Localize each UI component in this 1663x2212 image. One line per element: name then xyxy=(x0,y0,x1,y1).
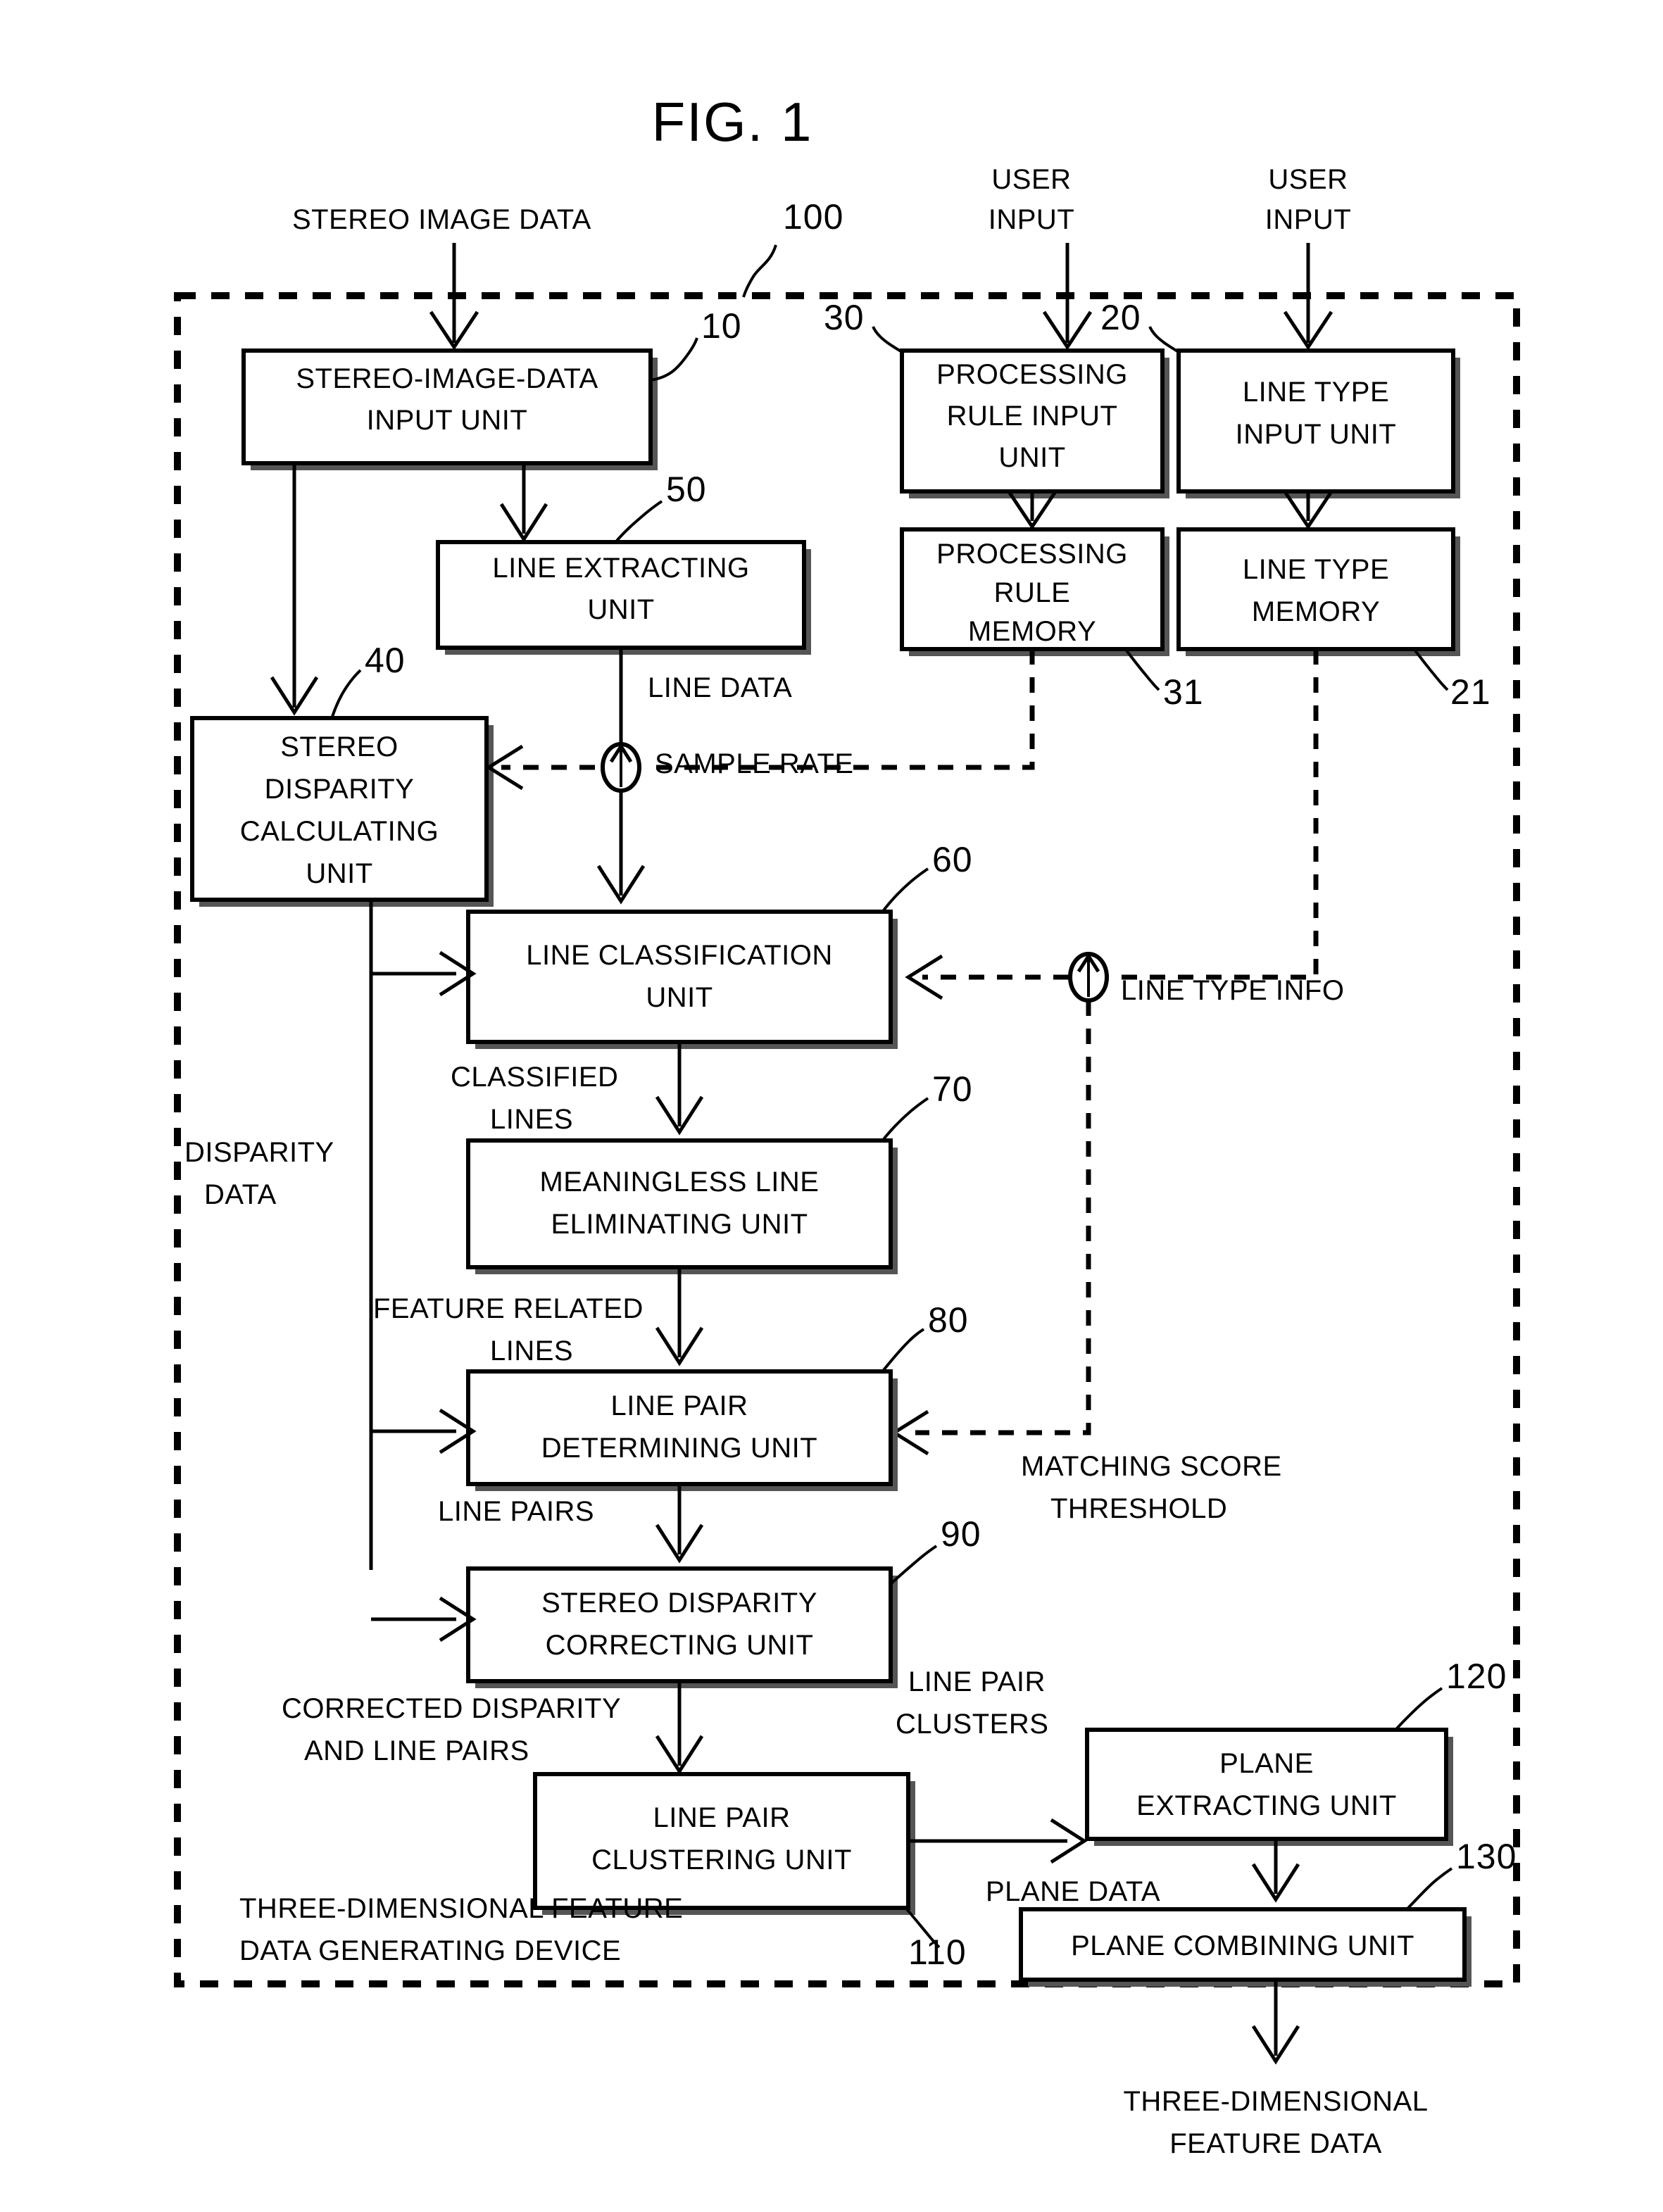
flow-label-corrected-disparity-line2: AND LINE PAIRS xyxy=(304,1735,529,1766)
device-label-line2: DATA GENERATING DEVICE xyxy=(239,1935,621,1966)
box-label-80-line2: DETERMINING UNIT xyxy=(541,1433,817,1464)
ref-number-70: 70 xyxy=(932,1069,973,1109)
box-label-70-line2: ELIMINATING UNIT xyxy=(551,1209,808,1240)
flow-label-sample-rate: SAMPLE RATE xyxy=(655,748,854,779)
box-label-40-line2: DISPARITY xyxy=(265,774,415,805)
ref-number-21: 21 xyxy=(1450,672,1491,712)
flow-label-classified-lines-line2: LINES xyxy=(490,1104,573,1135)
ref-number-50: 50 xyxy=(666,470,707,509)
figure-canvas: FIG. 1 100 STEREO IMAGE DATA USER INPUT … xyxy=(174,91,1520,2159)
ref-number-40: 40 xyxy=(365,641,406,680)
ref-leader-40 xyxy=(331,669,362,717)
ref-leader-80 xyxy=(882,1328,925,1371)
ref-number-80: 80 xyxy=(928,1300,969,1340)
flow-label-line-pair-clusters-line1: LINE PAIR xyxy=(908,1666,1046,1697)
box-label-31-line3: MEMORY xyxy=(968,616,1096,647)
flow-label-corrected-disparity-line1: CORRECTED DISPARITY xyxy=(282,1693,621,1724)
flow-label-line-pairs: LINE PAIRS xyxy=(438,1496,594,1527)
flow-label-matching-score-line1: MATCHING SCORE xyxy=(1021,1451,1282,1482)
ref-leader-120 xyxy=(1395,1687,1443,1730)
flow-label-disparity-data-line2: DATA xyxy=(204,1179,277,1210)
box-label-110-line1: LINE PAIR xyxy=(653,1802,791,1833)
ref-leader-21 xyxy=(1414,649,1449,691)
box-label-40-line4: UNIT xyxy=(306,858,372,889)
box-label-10-line1: STEREO-IMAGE-DATA xyxy=(296,363,598,394)
external-input-label-user-input-2-line1: USER xyxy=(1268,164,1348,195)
box-label-30-line1: PROCESSING xyxy=(936,359,1128,390)
box-label-20-line2: INPUT UNIT xyxy=(1236,419,1397,450)
ref-number-31: 31 xyxy=(1163,672,1204,712)
box-label-31-line2: RULE xyxy=(994,577,1071,608)
flow-label-feature-related-line1: FEATURE RELATED xyxy=(373,1293,644,1324)
box-label-50-line1: LINE EXTRACTING xyxy=(492,553,749,584)
external-input-label-user-input-2-line2: INPUT xyxy=(1265,204,1352,235)
ref-leader-100 xyxy=(742,244,777,298)
box-label-120-line1: PLANE xyxy=(1219,1748,1314,1779)
box-label-30-line2: RULE INPUT xyxy=(947,401,1118,432)
ref-leader-70 xyxy=(882,1097,929,1140)
box-line-type-memory[interactable] xyxy=(1176,527,1455,651)
external-input-label-stereo-image-data: STEREO IMAGE DATA xyxy=(292,204,591,235)
external-input-label-user-input-1-line1: USER xyxy=(991,164,1071,195)
ref-number-120: 120 xyxy=(1446,1657,1507,1696)
box-label-60-line2: UNIT xyxy=(646,982,713,1013)
flow-label-classified-lines-line1: CLASSIFIED xyxy=(451,1062,618,1093)
ref-number-30: 30 xyxy=(824,298,865,337)
ref-leader-30 xyxy=(872,326,903,353)
figure-title: FIG. 1 xyxy=(652,91,813,153)
external-input-label-user-input-1-line2: INPUT xyxy=(989,204,1075,235)
device-label-line1: THREE-DIMENSIONAL FEATURE xyxy=(239,1893,683,1924)
dashed-matching-score-path xyxy=(915,1000,1091,1435)
box-line-classification-unit[interactable] xyxy=(466,910,893,1044)
flow-label-plane-data: PLANE DATA xyxy=(986,1876,1160,1907)
box-label-90-line1: STEREO DISPARITY xyxy=(541,1588,817,1619)
box-label-60-line1: LINE CLASSIFICATION xyxy=(526,940,833,971)
box-label-50-line2: UNIT xyxy=(587,594,654,625)
flow-label-matching-score-line2: THRESHOLD xyxy=(1050,1493,1227,1524)
patent-figure-page: FIG. 1 100 STEREO IMAGE DATA USER INPUT … xyxy=(0,0,1663,2212)
box-stereo-disparity-correcting-unit[interactable] xyxy=(466,1566,893,1683)
box-label-40-line3: CALCULATING xyxy=(240,816,439,847)
box-label-70-line1: MEANINGLESS LINE xyxy=(539,1167,819,1198)
ref-leader-50 xyxy=(615,500,663,542)
box-line-pair-determining-unit[interactable] xyxy=(466,1369,893,1486)
ref-number-130: 130 xyxy=(1456,1837,1517,1876)
box-label-110-line2: CLUSTERING UNIT xyxy=(591,1845,852,1875)
external-output-label-line1: THREE-DIMENSIONAL xyxy=(1124,2086,1429,2117)
flow-label-line-data: LINE DATA xyxy=(648,672,792,703)
ref-number-10: 10 xyxy=(701,306,742,346)
box-line-pair-clustering-unit[interactable] xyxy=(533,1772,910,1910)
box-label-31-line1: PROCESSING xyxy=(936,539,1128,570)
ref-leader-130 xyxy=(1407,1867,1453,1909)
box-meaningless-line-eliminating-unit[interactable] xyxy=(466,1138,893,1269)
dashed-line-type-info-path xyxy=(1102,649,1319,980)
box-label-40-line1: STEREO xyxy=(280,731,398,762)
ref-number-100: 100 xyxy=(783,197,843,237)
flow-label-line-pair-clusters-line2: CLUSTERS xyxy=(896,1709,1048,1740)
ref-number-20: 20 xyxy=(1100,298,1141,337)
box-label-130-line1: PLANE COMBINING UNIT xyxy=(1071,1930,1414,1961)
box-label-120-line2: EXTRACTING UNIT xyxy=(1136,1790,1397,1821)
external-output-label-line2: FEATURE DATA xyxy=(1169,2128,1382,2159)
box-label-80-line1: LINE PAIR xyxy=(611,1390,748,1421)
ref-leader-20 xyxy=(1148,326,1180,353)
box-label-10-line2: INPUT UNIT xyxy=(367,405,528,436)
flow-label-disparity-data-line1: DISPARITY xyxy=(184,1137,334,1168)
box-label-21-line2: MEMORY xyxy=(1252,596,1380,627)
box-label-90-line2: CORRECTING UNIT xyxy=(546,1630,814,1661)
box-label-20-line1: LINE TYPE xyxy=(1243,377,1389,408)
box-plane-extracting-unit[interactable] xyxy=(1085,1728,1448,1841)
ref-number-90: 90 xyxy=(941,1514,981,1554)
box-label-21-line1: LINE TYPE xyxy=(1243,554,1389,585)
ref-leader-90 xyxy=(889,1545,938,1585)
box-label-30-line3: UNIT xyxy=(998,442,1065,473)
ref-leader-60 xyxy=(882,867,929,912)
ref-leader-31 xyxy=(1125,649,1160,691)
ref-number-110: 110 xyxy=(908,1933,967,1972)
ref-number-60: 60 xyxy=(932,840,973,879)
flow-label-line-type-info: LINE TYPE INFO xyxy=(1121,975,1344,1006)
flow-label-feature-related-line2: LINES xyxy=(490,1336,573,1366)
